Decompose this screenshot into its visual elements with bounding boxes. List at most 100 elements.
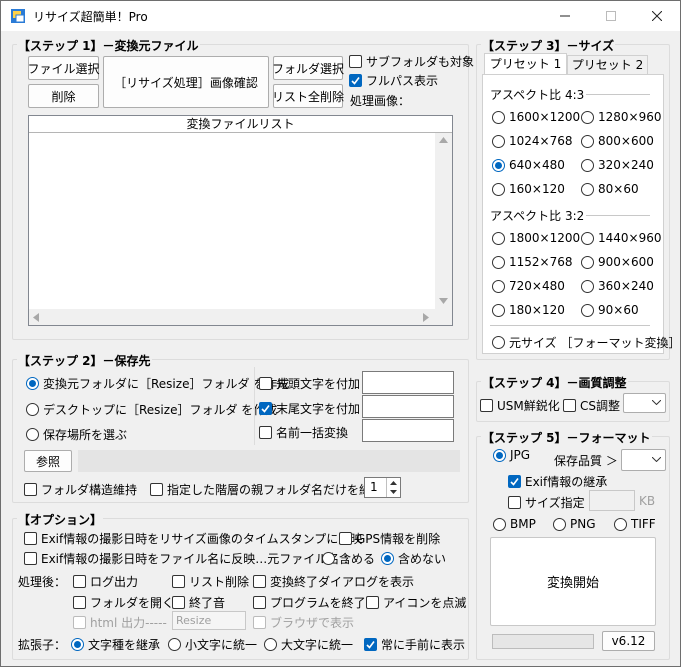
blink-icon-checkbox[interactable]: アイコンを点滅 (366, 594, 466, 611)
file-select-button[interactable]: ファイル選択 (28, 56, 100, 80)
size-radio[interactable]: 180×120 (492, 303, 565, 317)
html-name-input[interactable]: Resize (172, 611, 246, 630)
gps-delete-label: GPS情報を削除 (356, 532, 441, 546)
scroll-right-icon[interactable] (423, 313, 429, 322)
exit-program-checkbox[interactable]: プログラムを終了 (253, 594, 366, 611)
close-button[interactable] (634, 1, 680, 31)
tab-preset2[interactable]: プリセット 2 (567, 55, 648, 75)
check-icon (364, 638, 377, 651)
tab-preset1[interactable]: プリセット 1 (484, 53, 567, 75)
prefix-input[interactable] (362, 371, 454, 394)
browser-checkbox[interactable]: ブラウザで表示 (253, 614, 354, 631)
level-stepper[interactable]: 1 (364, 477, 401, 498)
ext-keep-radio[interactable]: 文字種を継承 (71, 636, 160, 653)
save-choose-label: 保存場所を選ぶ (43, 428, 128, 442)
delete-button[interactable]: 削除 (28, 84, 99, 108)
stepper-buttons[interactable] (386, 478, 400, 497)
size-radio[interactable]: 320×240 (581, 158, 654, 172)
keep-parent-checkbox[interactable]: 指定した階層の親フォルダ名だけを維持 (150, 481, 383, 498)
size-radio[interactable]: 1800×1200 (492, 231, 580, 245)
size-radio[interactable]: 1280×960 (581, 110, 662, 124)
cs-dropdown[interactable] (623, 393, 666, 413)
gps-delete-checkbox[interactable]: GPS情報を削除 (339, 530, 440, 547)
always-top-checkbox[interactable]: 常に手前に表示 (364, 636, 465, 653)
jpg-radio[interactable]: JPG (493, 448, 530, 462)
save-choose-radio[interactable]: 保存場所を選ぶ (26, 426, 127, 443)
minimize-button[interactable] (542, 1, 588, 31)
checkbox-box (563, 399, 576, 412)
size-radio[interactable]: 80×60 (581, 182, 639, 196)
open-folder-checkbox[interactable]: フォルダを開く (73, 594, 174, 611)
size-radio[interactable]: 1152×768 (492, 255, 573, 269)
size-radio[interactable]: 720×480 (492, 279, 565, 293)
subfolder-checkbox[interactable]: サブフォルダも対象 (349, 53, 474, 70)
exif-timestamp-checkbox[interactable]: Exif情報の撮影日時をリサイズ画像のタイムスタンプに反映 (24, 530, 362, 547)
fullpath-checkbox[interactable]: フルパス表示 (349, 72, 438, 89)
start-convert-button[interactable]: 変換開始 (490, 537, 656, 626)
size-label: 1152×768 (509, 255, 573, 269)
log-label: ログ出力 (90, 575, 139, 589)
scroll-left-icon[interactable] (33, 313, 39, 322)
scroll-up-icon[interactable] (439, 137, 448, 143)
exif-keep-label: Exif情報の継承 (525, 475, 608, 489)
sound-checkbox[interactable]: 終了音 (172, 594, 225, 611)
keep-structure-checkbox[interactable]: フォルダ構造維持 (24, 481, 137, 498)
exclude-radio[interactable]: 含めない (381, 550, 446, 567)
size-kb-input[interactable] (589, 490, 635, 511)
processing-label: 処理画像： (350, 94, 411, 108)
show-dialog-checkbox[interactable]: 変換終了ダイアログを表示 (253, 573, 414, 590)
ext-lower-radio[interactable]: 小文字に統一 (168, 636, 257, 653)
suffix-checkbox[interactable]: 末尾文字を付加 (259, 400, 360, 417)
confirm-image-button[interactable]: ［リサイズ処理］画像確認 (103, 56, 269, 108)
exif-filename-checkbox[interactable]: Exif情報の撮影日時をファイル名に反映…元ファイル名 ： (24, 550, 355, 567)
scroll-down-icon[interactable] (439, 298, 448, 304)
maximize-button[interactable] (588, 1, 634, 31)
tiff-radio[interactable]: TIFF (614, 517, 656, 531)
size-radio[interactable]: 1440×960 (581, 231, 662, 245)
size-radio[interactable]: 900×600 (581, 255, 654, 269)
size-spec-label: サイズ指定 (525, 496, 585, 510)
size-spec-checkbox[interactable]: サイズ指定 (508, 494, 585, 511)
exif-keep-checkbox[interactable]: Exif情報の継承 (508, 473, 607, 490)
save-source-radio[interactable]: 変換元フォルダに［Resize］フォルダ を作成 (26, 375, 289, 392)
horizontal-scrollbar[interactable] (29, 309, 435, 325)
save-desktop-radio[interactable]: デスクトップに［Resize］フォルダ を作成 (26, 401, 277, 418)
clear-list-button[interactable]: リスト全削除 (272, 84, 344, 108)
file-list[interactable]: 変換ファイルリスト (28, 115, 453, 326)
stepper-down-icon[interactable] (390, 490, 397, 494)
vertical-scrollbar[interactable] (435, 133, 452, 309)
html-output-label: html 出力----- (90, 616, 167, 630)
kb-label: KB (639, 494, 656, 508)
checkbox-box (73, 575, 86, 588)
suffix-input[interactable] (362, 395, 454, 418)
original-size-radio[interactable]: 元サイズ ［フォーマット変換］ (492, 334, 680, 351)
quality-dropdown[interactable] (621, 449, 666, 471)
cs-checkbox[interactable]: CS調整 (563, 397, 620, 414)
rename-checkbox[interactable]: 名前一括変換 (259, 424, 348, 441)
png-radio[interactable]: PNG (553, 517, 596, 531)
ext-upper-radio[interactable]: 大文字に統一 (264, 636, 353, 653)
browse-button[interactable]: 参照 (24, 450, 72, 472)
size-radio[interactable]: 1024×768 (492, 134, 573, 148)
usm-checkbox[interactable]: USM鮮鋭化 (480, 397, 560, 414)
stepper-up-icon[interactable] (390, 481, 397, 485)
separator (490, 325, 650, 326)
rename-input[interactable] (362, 419, 454, 442)
size-radio[interactable]: 360×240 (581, 279, 654, 293)
checkbox-box (172, 575, 185, 588)
version-button[interactable]: v6.12 (602, 631, 655, 651)
log-checkbox[interactable]: ログ出力 (73, 573, 138, 590)
bmp-radio[interactable]: BMP (493, 517, 536, 531)
folder-select-button[interactable]: フォルダ選択 (272, 56, 344, 80)
radio-dot (71, 638, 84, 651)
size-radio[interactable]: 640×480 (492, 158, 565, 172)
list-delete-checkbox[interactable]: リスト削除 (172, 573, 249, 590)
size-radio[interactable]: 90×60 (581, 303, 639, 317)
radio-dot (492, 336, 505, 349)
size-radio[interactable]: 1600×1200 (492, 110, 580, 124)
size-radio[interactable]: 800×600 (581, 134, 654, 148)
size-radio[interactable]: 160×120 (492, 182, 565, 196)
prefix-checkbox[interactable]: 先頭文字を付加 (259, 375, 360, 392)
html-output-checkbox[interactable]: html 出力----- (73, 614, 167, 631)
include-radio[interactable]: 含める (322, 550, 375, 567)
